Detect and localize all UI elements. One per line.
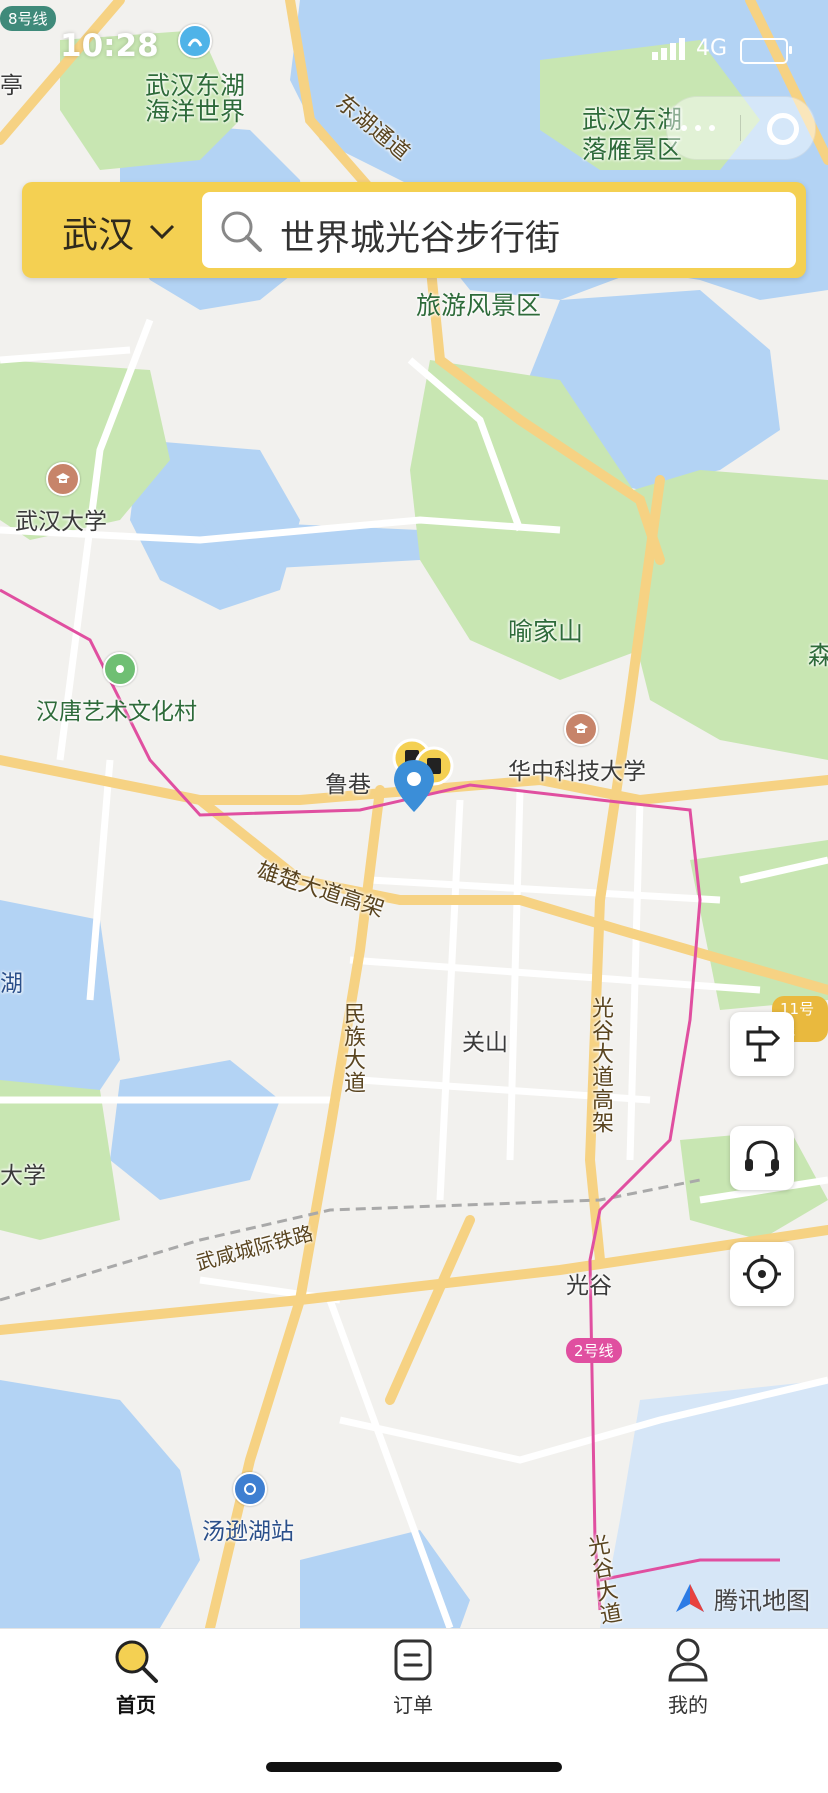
map-label-luxiang: 鲁巷 — [325, 772, 371, 798]
close-miniprogram-icon[interactable] — [767, 113, 799, 145]
map-label-hantang: 汉唐艺术文化村 — [36, 699, 197, 725]
tab-home[interactable]: 首页 — [76, 1637, 196, 1718]
tab-profile[interactable]: 我的 — [628, 1637, 748, 1718]
map-label-hust: 华中科技大学 — [508, 759, 646, 785]
customer-service-button[interactable] — [730, 1126, 794, 1190]
hust-poi-icon[interactable] — [564, 712, 598, 746]
locate-me-button[interactable] — [730, 1242, 794, 1306]
map-label-whu: 武汉大学 — [15, 509, 107, 535]
city-label: 武汉 — [62, 215, 135, 256]
metro-line-2-badge: 2号线 — [566, 1338, 622, 1363]
current-location-pin-icon[interactable] — [392, 758, 436, 814]
map-label-edge-hu: 湖 — [0, 971, 23, 997]
map-label-yujiashan: 喻家山 — [508, 617, 584, 646]
more-icon[interactable] — [695, 125, 701, 131]
status-time: 10:28 — [60, 28, 159, 64]
tab-orders-label: 订单 — [393, 1693, 433, 1717]
map-label-minzu: 民族大道 — [340, 1002, 365, 1094]
map-label-guanggu: 光谷 — [566, 1273, 612, 1299]
map-label-edge-daxue: 大学 — [0, 1163, 46, 1189]
map-label-tangxunhu: 汤逊湖站 — [202, 1519, 294, 1545]
capsule-divider — [740, 115, 741, 141]
home-indicator — [266, 1762, 562, 1772]
map-label-scenic: 旅游风景区 — [416, 291, 542, 320]
crosshair-icon — [743, 1255, 781, 1293]
tencent-map-logo: 腾讯地图 — [672, 1580, 810, 1616]
profile-icon — [668, 1638, 708, 1682]
tab-orders[interactable]: 订单 — [353, 1637, 473, 1718]
map-label-guanggu-elevated: 光谷大道高架 — [588, 996, 613, 1134]
network-type: 4G — [696, 36, 728, 61]
metro-station-icon[interactable] — [233, 1472, 267, 1506]
miniprogram-capsule[interactable] — [666, 96, 816, 160]
status-bar: 10:28 4G — [0, 0, 828, 100]
city-selector[interactable]: 武汉 — [62, 206, 176, 258]
tencent-map-logo-icon — [676, 1584, 704, 1612]
signal-icon — [652, 38, 685, 60]
headset-icon — [745, 1140, 779, 1177]
search-icon — [115, 1640, 158, 1683]
tencent-map-label: 腾讯地图 — [714, 1586, 810, 1615]
chevron-down-icon — [149, 224, 175, 240]
map-label-guanshan: 关山 — [462, 1030, 508, 1056]
directions-button[interactable] — [730, 1012, 794, 1076]
culture-village-poi-icon[interactable] — [103, 652, 137, 686]
search-icon — [221, 211, 262, 252]
order-icon — [394, 1639, 432, 1681]
university-poi-icon[interactable] — [46, 462, 80, 496]
tab-profile-label: 我的 — [668, 1693, 708, 1717]
map-label-edge-sen: 森 — [808, 641, 828, 670]
search-input[interactable]: 世界城光谷步行街 — [202, 192, 796, 268]
battery-icon — [740, 38, 792, 64]
tab-home-label: 首页 — [116, 1693, 156, 1717]
search-query: 世界城光谷步行街 — [280, 219, 561, 259]
signpost-icon — [746, 1026, 781, 1062]
search-bar: 武汉 世界城光谷步行街 — [22, 182, 806, 278]
